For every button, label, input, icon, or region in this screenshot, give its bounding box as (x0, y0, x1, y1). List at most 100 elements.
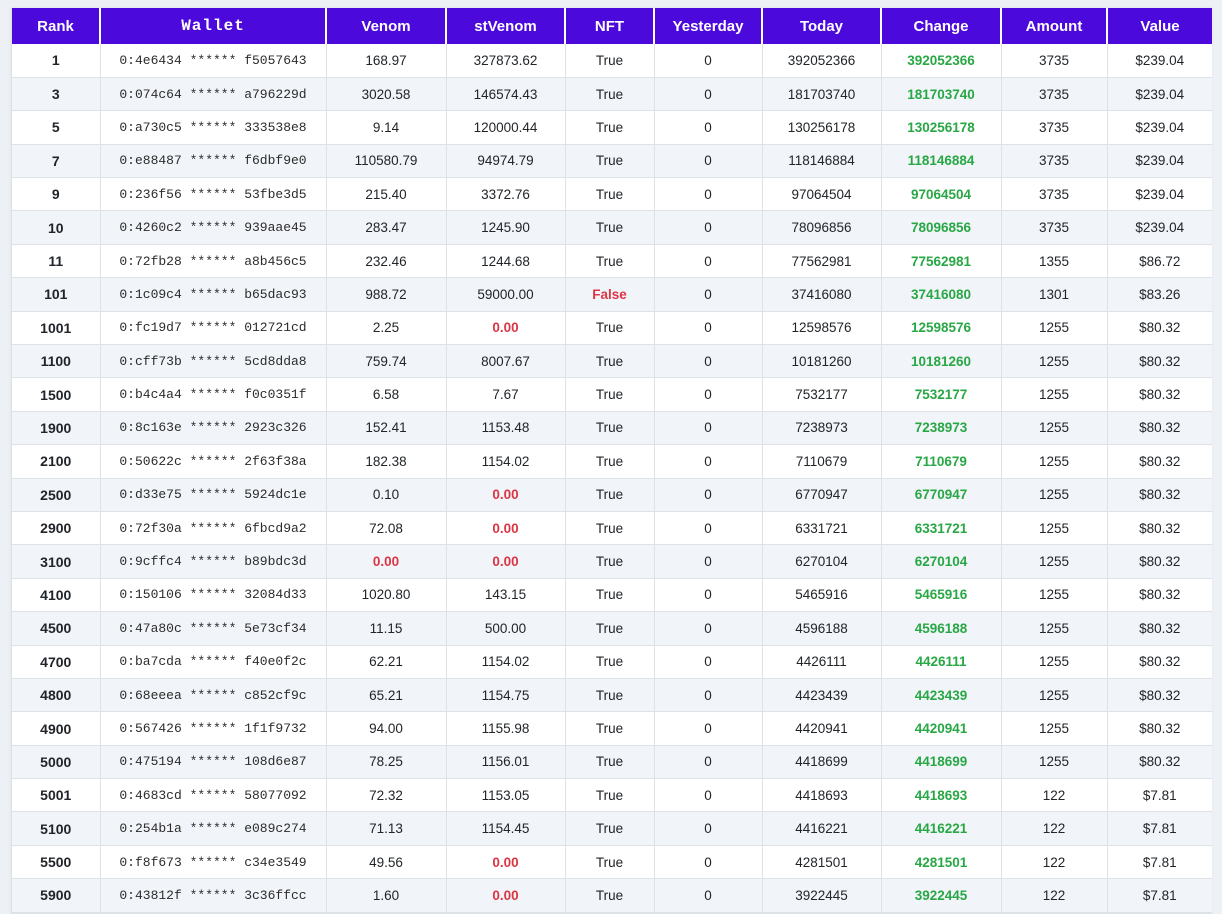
value-cell: $80.32 (1107, 645, 1212, 678)
amount-cell: 1255 (1001, 511, 1107, 544)
today-cell: 4420941 (762, 712, 881, 745)
today-cell: 4418693 (762, 779, 881, 812)
value-cell: $80.32 (1107, 678, 1212, 711)
value-cell: $7.81 (1107, 812, 1212, 845)
today-cell: 4426111 (762, 645, 881, 678)
yesterday-cell: 0 (654, 745, 762, 778)
table-row: 59000:43812f ****** 3c36ffcc1.600.00True… (12, 879, 1212, 912)
rank-cell: 1900 (12, 411, 100, 444)
today-cell: 10181260 (762, 345, 881, 378)
yesterday-cell: 0 (654, 712, 762, 745)
stvenom-cell: 1154.02 (446, 645, 565, 678)
yesterday-cell: 0 (654, 411, 762, 444)
table-row: 45000:47a80c ****** 5e73cf3411.15500.00T… (12, 612, 1212, 645)
table-row: 15000:b4c4a4 ****** f0c0351f6.587.67True… (12, 378, 1212, 411)
stvenom-cell: 143.15 (446, 578, 565, 611)
change-cell: 78096856 (881, 211, 1001, 244)
today-cell: 6270104 (762, 545, 881, 578)
value-cell: $80.32 (1107, 545, 1212, 578)
venom-cell: 168.97 (326, 44, 446, 77)
change-cell: 4418693 (881, 779, 1001, 812)
amount-cell: 1255 (1001, 678, 1107, 711)
today-cell: 392052366 (762, 44, 881, 77)
rank-cell: 5100 (12, 812, 100, 845)
header-row: Rank Wallet Venom stVenom NFT Yesterday … (12, 8, 1212, 44)
today-cell: 4416221 (762, 812, 881, 845)
wallet-cell: 0:8c163e ****** 2923c326 (100, 411, 326, 444)
amount-cell: 1255 (1001, 345, 1107, 378)
venom-cell: 72.08 (326, 511, 446, 544)
today-cell: 37416080 (762, 278, 881, 311)
today-cell: 4281501 (762, 845, 881, 878)
value-cell: $80.32 (1107, 511, 1212, 544)
rank-cell: 4100 (12, 578, 100, 611)
venom-cell: 62.21 (326, 645, 446, 678)
nft-cell: True (565, 612, 654, 645)
stvenom-cell: 7.67 (446, 378, 565, 411)
change-cell: 4416221 (881, 812, 1001, 845)
value-cell: $80.32 (1107, 311, 1212, 344)
rank-cell: 1 (12, 44, 100, 77)
wallet-cell: 0:1c09c4 ****** b65dac93 (100, 278, 326, 311)
stvenom-cell: 0.00 (446, 478, 565, 511)
change-cell: 4596188 (881, 612, 1001, 645)
yesterday-cell: 0 (654, 678, 762, 711)
yesterday-cell: 0 (654, 345, 762, 378)
stvenom-cell: 0.00 (446, 311, 565, 344)
rank-cell: 11 (12, 244, 100, 277)
stvenom-cell: 1154.02 (446, 445, 565, 478)
wallet-cell: 0:e88487 ****** f6dbf9e0 (100, 144, 326, 177)
rank-cell: 3 (12, 77, 100, 110)
amount-cell: 1255 (1001, 745, 1107, 778)
value-cell: $239.04 (1107, 144, 1212, 177)
wallet-cell: 0:150106 ****** 32084d33 (100, 578, 326, 611)
venom-cell: 759.74 (326, 345, 446, 378)
yesterday-cell: 0 (654, 779, 762, 812)
leaderboard-table: Rank Wallet Venom stVenom NFT Yesterday … (11, 8, 1211, 914)
change-cell: 97064504 (881, 178, 1001, 211)
column-header-rank: Rank (12, 8, 100, 44)
value-cell: $80.32 (1107, 745, 1212, 778)
change-cell: 12598576 (881, 311, 1001, 344)
rank-cell: 1001 (12, 311, 100, 344)
table-row: 110:72fb28 ****** a8b456c5232.461244.68T… (12, 244, 1212, 277)
change-cell: 7110679 (881, 445, 1001, 478)
yesterday-cell: 0 (654, 378, 762, 411)
change-cell: 130256178 (881, 111, 1001, 144)
stvenom-cell: 3372.76 (446, 178, 565, 211)
change-cell: 392052366 (881, 44, 1001, 77)
nft-cell: True (565, 211, 654, 244)
stvenom-cell: 1156.01 (446, 745, 565, 778)
wallet-cell: 0:47a80c ****** 5e73cf34 (100, 612, 326, 645)
stvenom-cell: 327873.62 (446, 44, 565, 77)
value-cell: $239.04 (1107, 178, 1212, 211)
rank-cell: 1100 (12, 345, 100, 378)
table-row: 70:e88487 ****** f6dbf9e0110580.7994974.… (12, 144, 1212, 177)
today-cell: 3922445 (762, 879, 881, 912)
nft-cell: True (565, 545, 654, 578)
value-cell: $80.32 (1107, 478, 1212, 511)
nft-cell: False (565, 278, 654, 311)
rank-cell: 2500 (12, 478, 100, 511)
table-header: Rank Wallet Venom stVenom NFT Yesterday … (12, 8, 1212, 44)
table-row: 25000:d33e75 ****** 5924dc1e0.100.00True… (12, 478, 1212, 511)
wallet-cell: 0:4e6434 ****** f5057643 (100, 44, 326, 77)
venom-cell: 110580.79 (326, 144, 446, 177)
today-cell: 97064504 (762, 178, 881, 211)
stvenom-cell: 1154.75 (446, 678, 565, 711)
venom-cell: 283.47 (326, 211, 446, 244)
today-cell: 6331721 (762, 511, 881, 544)
wallet-cell: 0:72f30a ****** 6fbcd9a2 (100, 511, 326, 544)
wallet-cell: 0:50622c ****** 2f63f38a (100, 445, 326, 478)
wallet-cell: 0:567426 ****** 1f1f9732 (100, 712, 326, 745)
amount-cell: 1355 (1001, 244, 1107, 277)
wallet-cell: 0:236f56 ****** 53fbe3d5 (100, 178, 326, 211)
nft-cell: True (565, 144, 654, 177)
column-header-amount: Amount (1001, 8, 1107, 44)
column-header-stvenom: stVenom (446, 8, 565, 44)
stvenom-cell: 1244.68 (446, 244, 565, 277)
today-cell: 7110679 (762, 445, 881, 478)
column-header-value: Value (1107, 8, 1212, 44)
wallet-cell: 0:4260c2 ****** 939aae45 (100, 211, 326, 244)
wallet-cell: 0:43812f ****** 3c36ffcc (100, 879, 326, 912)
